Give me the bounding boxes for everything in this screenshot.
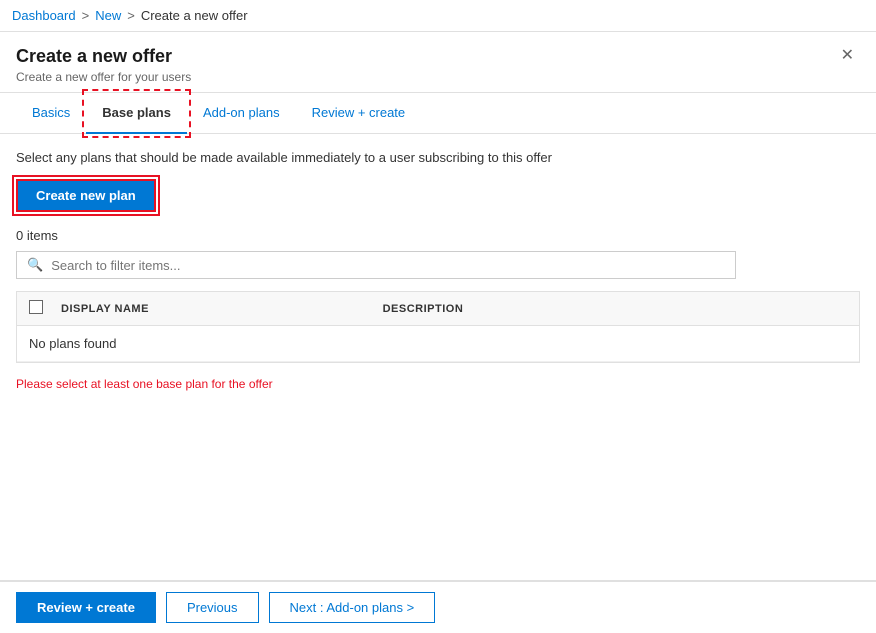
search-icon: 🔍 <box>27 257 43 273</box>
table-empty-row: No plans found <box>17 326 859 362</box>
panel-title: Create a new offer <box>16 46 191 67</box>
breadcrumb-current: Create a new offer <box>141 8 248 23</box>
no-plans-text: No plans found <box>29 336 116 351</box>
search-input[interactable] <box>51 258 725 273</box>
review-create-button[interactable]: Review + create <box>16 592 156 623</box>
footer-bar: Review + create Previous Next : Add-on p… <box>0 580 876 633</box>
tab-addon-plans[interactable]: Add-on plans <box>187 93 296 134</box>
tab-base-plans[interactable]: Base plans <box>86 93 187 134</box>
description-text: Select any plans that should be made ava… <box>16 150 860 165</box>
col-header-description: DESCRIPTION <box>383 303 847 315</box>
table-header: DISPLAY NAME DESCRIPTION <box>17 292 859 326</box>
panel-subtitle: Create a new offer for your users <box>16 70 191 84</box>
breadcrumb-dashboard[interactable]: Dashboard <box>12 8 76 23</box>
previous-button[interactable]: Previous <box>166 592 259 623</box>
search-bar: 🔍 <box>16 251 736 279</box>
breadcrumb-sep1: > <box>82 8 90 23</box>
tabs-bar: Basics Base plans Add-on plans Review + … <box>0 93 876 134</box>
tab-basics[interactable]: Basics <box>16 93 86 134</box>
content-area: Select any plans that should be made ava… <box>0 134 876 580</box>
breadcrumb: Dashboard > New > Create a new offer <box>0 0 876 32</box>
select-all-checkbox[interactable] <box>29 300 43 314</box>
close-button[interactable]: ✕ <box>835 46 860 66</box>
panel-header: Create a new offer Create a new offer fo… <box>0 32 876 93</box>
breadcrumb-sep2: > <box>127 8 135 23</box>
plans-table: DISPLAY NAME DESCRIPTION No plans found <box>16 291 860 363</box>
col-header-display-name: DISPLAY NAME <box>61 303 371 315</box>
items-count: 0 items <box>16 228 860 243</box>
create-new-plan-button[interactable]: Create new plan <box>16 179 156 212</box>
next-button[interactable]: Next : Add-on plans > <box>269 592 436 623</box>
error-message: Please select at least one base plan for… <box>16 377 860 391</box>
breadcrumb-new[interactable]: New <box>95 8 121 23</box>
panel-title-area: Create a new offer Create a new offer fo… <box>16 46 191 84</box>
tab-review-create[interactable]: Review + create <box>296 93 422 134</box>
